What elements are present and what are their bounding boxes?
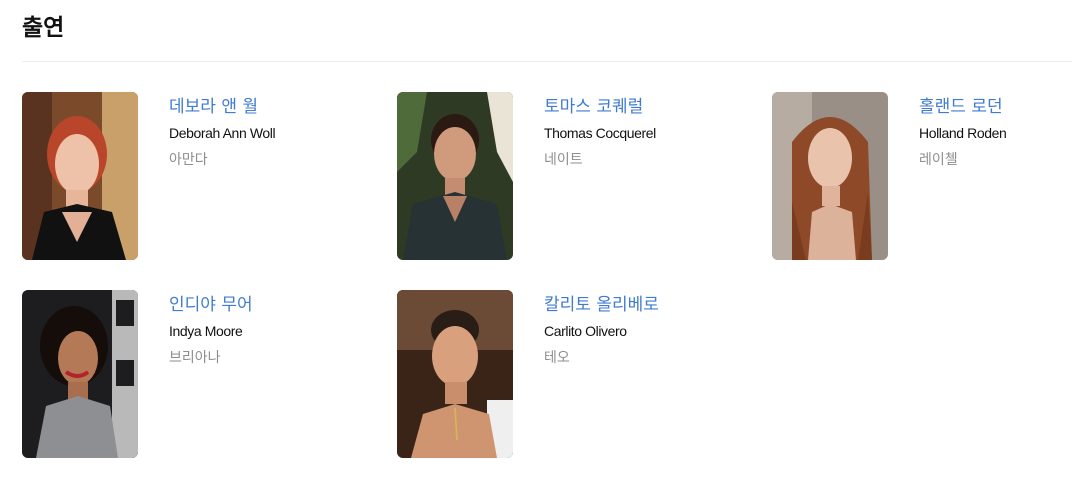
cast-name-english: Holland Roden [919, 125, 1007, 141]
cast-card[interactable]: 인디야 무어 Indya Moore 브리아나 [22, 290, 382, 458]
section-divider [22, 61, 1072, 62]
cast-photo[interactable] [397, 92, 513, 260]
cast-photo[interactable] [22, 290, 138, 458]
cast-name-korean[interactable]: 홀랜드 로던 [919, 95, 1003, 119]
cast-name-english: Carlito Olivero [544, 323, 627, 339]
cast-photo[interactable] [772, 92, 888, 260]
cast-role: 레이첼 [919, 152, 958, 168]
cast-name-english: Deborah Ann Woll [169, 125, 276, 141]
cast-photo[interactable] [397, 290, 513, 458]
cast-role: 네이트 [544, 152, 583, 168]
cast-card[interactable]: 칼리토 올리베로 Carlito Olivero 테오 [397, 290, 757, 458]
cast-role: 아만다 [169, 152, 208, 168]
cast-card[interactable]: 데보라 앤 월 Deborah Ann Woll 아만다 [22, 92, 382, 260]
cast-photo[interactable] [22, 92, 138, 260]
cast-name-korean[interactable]: 데보라 앤 월 [169, 95, 258, 119]
cast-name-korean[interactable]: 인디야 무어 [169, 293, 253, 317]
cast-card[interactable]: 토마스 코퀘럴 Thomas Cocquerel 네이트 [397, 92, 757, 260]
cast-role: 브리아나 [169, 350, 221, 366]
cast-name-english: Thomas Cocquerel [544, 125, 656, 141]
cast-card[interactable]: 홀랜드 로던 Holland Roden 레이첼 [772, 92, 1072, 260]
cast-name-korean[interactable]: 토마스 코퀘럴 [544, 95, 643, 119]
cast-role: 테오 [544, 350, 570, 366]
cast-name-korean[interactable]: 칼리토 올리베로 [544, 293, 659, 317]
cast-name-english: Indya Moore [169, 323, 243, 339]
section-title: 출연 [22, 15, 65, 41]
